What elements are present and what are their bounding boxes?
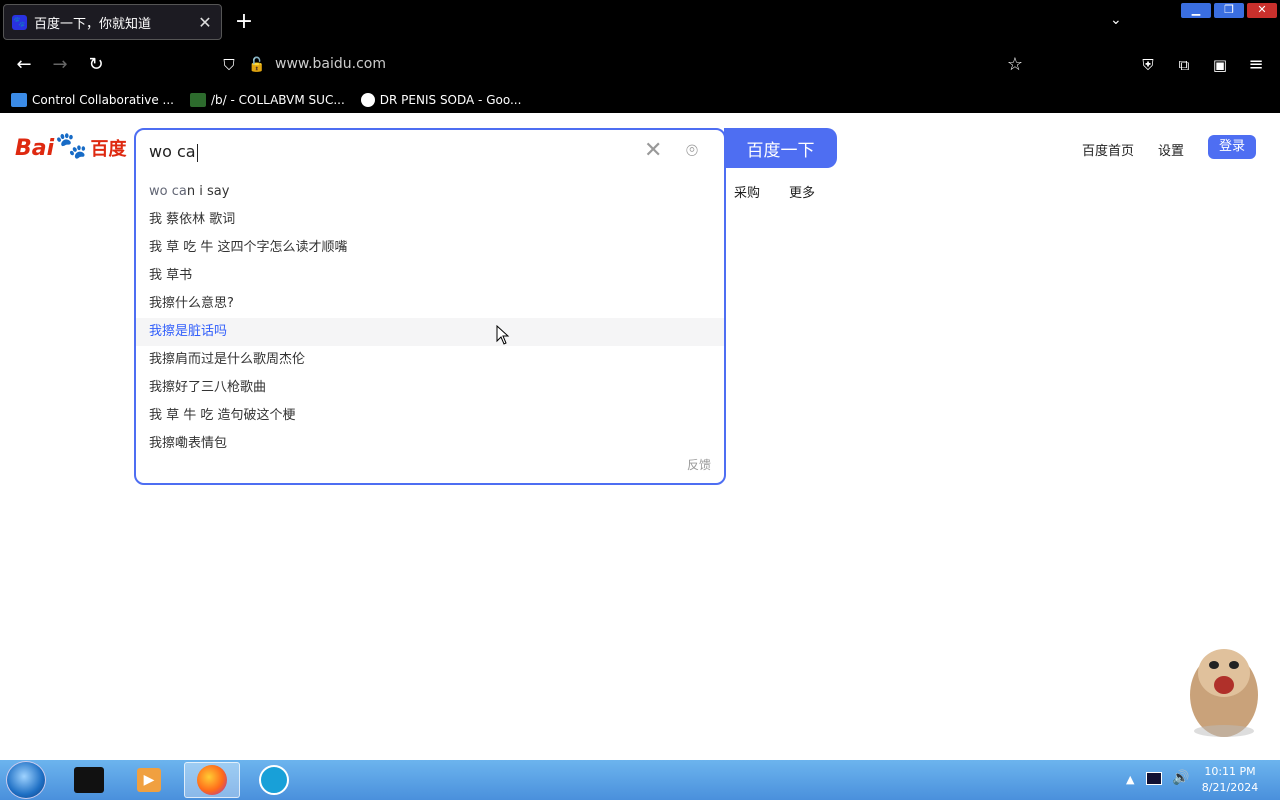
suggestion-item[interactable]: 我 草 牛 吃 造句破这个梗 [136, 402, 724, 430]
bookmarks-bar: Control Collaborative ... /b/ - COLLABVM… [0, 86, 1280, 113]
paw-icon: 🐾 [55, 131, 88, 161]
monitor-icon [11, 92, 27, 107]
minimize-button[interactable]: ▁ [1181, 3, 1211, 18]
firefox-icon [197, 765, 227, 795]
menu-icon[interactable]: ≡ [1244, 53, 1268, 77]
app-icon [259, 765, 289, 795]
bookmark-label: DR PENIS SODA - Goo... [379, 92, 522, 107]
logo-text: Bai [15, 136, 55, 161]
suggestion-item[interactable]: 我擦肩而过是什么歌周杰伦 [136, 346, 724, 374]
media-player-icon: ▶ [137, 768, 161, 792]
logo-text-cn: 百度 [90, 139, 127, 160]
show-hidden-icons[interactable]: ▲ [1126, 773, 1134, 786]
bookmark-item[interactable]: /b/ - COLLABVM SUC... [189, 92, 345, 107]
list-tabs-icon[interactable]: ⌄ [1110, 12, 1122, 28]
bookmark-item[interactable]: Control Collaborative ... [11, 92, 174, 107]
back-arrow-icon[interactable]: ← [12, 53, 36, 77]
google-icon [360, 92, 375, 107]
tab-baidu[interactable]: 🐾 百度一下，你就知道 ✕ [3, 4, 222, 40]
tab-title: 百度一下，你就知道 [34, 16, 152, 32]
bookmark-label: /b/ - COLLABVM SUC... [210, 92, 345, 107]
taskbar: ▶ ▲ 🔊 10:11 PM 8/21/2024 [0, 760, 1280, 800]
bookmark-star-icon[interactable]: ☆ [1003, 53, 1027, 77]
restore-button[interactable]: ❐ [1214, 3, 1244, 18]
settings-link[interactable]: 设置 [1158, 140, 1184, 159]
bookmark-item[interactable]: DR PENIS SODA - Goo... [360, 92, 522, 107]
search-input[interactable]: wo ca [149, 142, 198, 162]
suggestion-item[interactable]: 我 草书 [136, 262, 724, 290]
mouse-cursor-icon [496, 325, 510, 345]
clock-date: 8/21/2024 [1201, 781, 1259, 794]
login-button[interactable]: 登录 [1208, 135, 1256, 159]
clear-icon[interactable]: ✕ [644, 138, 662, 163]
suggestion-item[interactable]: 我 草 吃 牛 这四个字怎么读才顺嘴 [136, 234, 724, 262]
taskbar-app[interactable] [246, 762, 302, 798]
sublink-purchase[interactable]: 采购 [734, 182, 760, 201]
suggestion-item[interactable]: 我 蔡依林 歌词 [136, 206, 724, 234]
clock[interactable]: 10:11 PM 8/21/2024 [1198, 764, 1262, 796]
lock-icon[interactable]: 🔓 [245, 53, 269, 77]
taskbar-media-player[interactable]: ▶ [121, 762, 177, 798]
site-icon [189, 92, 206, 107]
home-link[interactable]: 百度首页 [1082, 140, 1134, 159]
feedback-link[interactable]: 反馈 [687, 456, 711, 473]
baidu-paw-icon: 🐾 [12, 14, 27, 30]
pocket-icon[interactable]: ⛨ [1136, 53, 1160, 77]
hamster-mascot-icon[interactable] [1180, 633, 1265, 741]
suggestion-item[interactable]: 我擦好了三八枪歌曲 [136, 374, 724, 402]
search-button[interactable]: 百度一下 [724, 128, 837, 168]
container-icon[interactable]: ▣ [1208, 53, 1232, 77]
search-box: wo ca ✕ ⌾ wo can i say 我 蔡依林 歌词 我 草 吃 牛 … [134, 128, 726, 485]
suggestion-item[interactable]: 我擦嘞表情包 [136, 430, 724, 458]
close-window-button[interactable]: ✕ [1247, 3, 1277, 18]
tab-bar: 🐾 百度一下，你就知道 ✕ + ⌄ ▁ ❐ ✕ [0, 0, 1280, 44]
network-icon[interactable] [1146, 772, 1162, 785]
suggestion-item[interactable]: wo can i say [136, 178, 724, 206]
suggestion-item-highlighted[interactable]: 我擦是脏话吗 [136, 318, 724, 346]
navigation-bar: ← → ↻ ⛉ 🔓 www.baidu.com ☆ ⛨ ⧉ ▣ ≡ [0, 44, 1280, 86]
volume-icon[interactable]: 🔊 [1172, 770, 1189, 786]
new-tab-button[interactable]: + [232, 10, 256, 34]
taskbar-terminal[interactable] [61, 762, 117, 798]
suggestion-item[interactable]: 我擦什么意思? [136, 290, 724, 318]
taskbar-firefox[interactable] [184, 762, 240, 798]
clock-time: 10:11 PM [1204, 765, 1256, 778]
camera-icon[interactable]: ⌾ [686, 138, 698, 162]
url-bar[interactable]: www.baidu.com [275, 56, 386, 72]
terminal-icon [74, 767, 104, 793]
sublink-more[interactable]: 更多 [789, 182, 815, 201]
start-button[interactable] [6, 761, 46, 799]
shield-icon[interactable]: ⛉ [217, 53, 241, 77]
baidu-logo[interactable]: Bai 🐾 百度 [15, 131, 127, 161]
suggestion-list: wo can i say 我 蔡依林 歌词 我 草 吃 牛 这四个字怎么读才顺嘴… [136, 178, 724, 458]
close-tab-icon[interactable]: ✕ [197, 13, 213, 32]
reload-icon[interactable]: ↻ [84, 53, 108, 77]
forward-arrow-icon[interactable]: → [48, 53, 72, 77]
bookmark-label: Control Collaborative ... [32, 92, 174, 107]
page-content: Bai 🐾 百度 wo ca ✕ ⌾ wo can i say 我 蔡依林 歌词… [0, 113, 1280, 760]
extensions-icon[interactable]: ⧉ [1172, 53, 1196, 77]
